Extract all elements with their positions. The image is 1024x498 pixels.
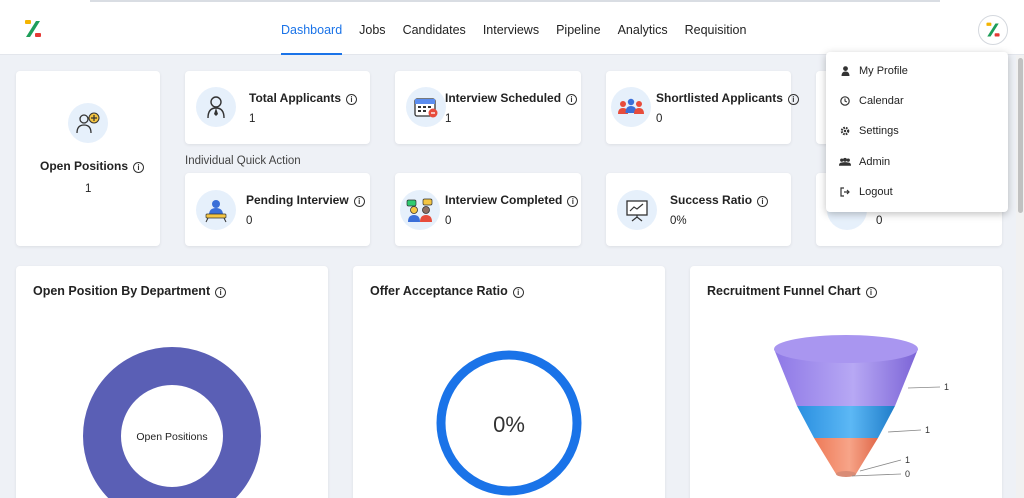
total-applicants-value: 1 bbox=[249, 113, 256, 125]
pending-interview-value: 0 bbox=[246, 215, 253, 227]
department-donut-chart: Open Positions bbox=[83, 347, 261, 498]
funnel-value-label: 1 bbox=[944, 382, 949, 392]
success-ratio-card[interactable]: Success Ratio i 0% bbox=[606, 173, 791, 246]
gear-icon bbox=[839, 125, 851, 137]
nav-interviews[interactable]: Interviews bbox=[483, 0, 539, 55]
scrollbar-thumb[interactable] bbox=[1018, 58, 1023, 213]
user-avatar[interactable] bbox=[978, 15, 1008, 45]
interview-completed-value: 0 bbox=[445, 215, 452, 227]
offer-ratio-value: 0% bbox=[493, 412, 525, 437]
total-applicants-label-text: Total Applicants bbox=[249, 91, 342, 105]
nav-pipeline[interactable]: Pipeline bbox=[556, 0, 600, 55]
calendar-icon bbox=[406, 87, 446, 127]
interview-icon bbox=[400, 190, 440, 230]
funnel-connector bbox=[859, 459, 902, 472]
offer-ratio-gauge: 0% bbox=[436, 350, 582, 496]
user-icon bbox=[839, 65, 851, 77]
shortlisted-applicants-card[interactable]: Shortlisted Applicants i 0 bbox=[606, 71, 799, 144]
logout-icon bbox=[839, 186, 851, 198]
info-icon[interactable]: i bbox=[353, 196, 365, 207]
shortlisted-applicants-value: 0 bbox=[656, 113, 663, 125]
interview-scheduled-label-text: Interview Scheduled bbox=[445, 91, 562, 105]
main-nav: Dashboard Jobs Candidates Interviews Pip… bbox=[281, 0, 763, 55]
menu-item-admin[interactable]: Admin bbox=[839, 152, 890, 172]
nav-requisition[interactable]: Requisition bbox=[685, 0, 747, 55]
nav-dashboard[interactable]: Dashboard bbox=[281, 0, 343, 55]
interview-scheduled-card[interactable]: Interview Scheduled i 1 bbox=[395, 71, 581, 144]
partial-stat-value: 0 bbox=[876, 215, 883, 227]
shortlisted-applicants-label: Shortlisted Applicants i bbox=[656, 91, 799, 105]
info-icon[interactable]: i bbox=[346, 94, 358, 105]
total-applicants-card[interactable]: Total Applicants i 1 bbox=[185, 71, 370, 144]
interview-scheduled-value: 1 bbox=[445, 113, 452, 125]
funnel-chart-card: Recruitment Funnel Chart i 1110 bbox=[690, 266, 1002, 498]
offer-acceptance-card: Offer Acceptance Ratio i 0% bbox=[353, 266, 665, 498]
interview-completed-label-text: Interview Completed bbox=[445, 193, 563, 207]
pending-interview-label-text: Pending Interview bbox=[246, 193, 349, 207]
info-icon[interactable]: i bbox=[757, 196, 769, 207]
user-dropdown-menu: My Profile Calendar Settings Admin Logou… bbox=[826, 52, 1008, 212]
meeting-icon bbox=[196, 190, 236, 230]
open-positions-card[interactable]: Open Positions i 1 bbox=[16, 71, 160, 246]
interview-completed-label: Interview Completed i bbox=[445, 193, 579, 207]
success-ratio-value: 0% bbox=[670, 215, 687, 227]
funnel-value-label: 1 bbox=[925, 425, 930, 435]
open-positions-label: Open Positions i bbox=[40, 159, 145, 173]
top-navbar: Dashboard Jobs Candidates Interviews Pip… bbox=[0, 0, 1024, 55]
nav-jobs[interactable]: Jobs bbox=[359, 0, 385, 55]
department-chart-card: Open Position By Department i Open Positi… bbox=[16, 266, 328, 498]
menu-item-calendar[interactable]: Calendar bbox=[839, 91, 904, 111]
funnel-connector bbox=[851, 473, 902, 477]
app-logo[interactable] bbox=[22, 18, 44, 40]
funnel-connector bbox=[907, 386, 941, 389]
funnel-connector bbox=[887, 429, 922, 433]
open-positions-icon bbox=[68, 103, 108, 143]
nav-analytics[interactable]: Analytics bbox=[618, 0, 668, 55]
quick-action-label: Individual Quick Action bbox=[185, 155, 301, 167]
success-ratio-label-text: Success Ratio bbox=[670, 193, 753, 207]
funnel-chart: 1 1 1 0 bbox=[774, 335, 949, 479]
info-icon[interactable]: i bbox=[567, 196, 579, 207]
menu-item-logout[interactable]: Logout bbox=[839, 182, 893, 202]
funnel-top-ellipse bbox=[774, 335, 918, 363]
interview-scheduled-label: Interview Scheduled i bbox=[445, 91, 578, 105]
info-icon[interactable]: i bbox=[566, 94, 578, 105]
total-applicants-label: Total Applicants i bbox=[249, 91, 358, 105]
donut-center-label: Open Positions bbox=[136, 431, 207, 443]
nav-candidates[interactable]: Candidates bbox=[403, 0, 466, 55]
menu-item-label: My Profile bbox=[859, 65, 908, 77]
menu-item-label: Logout bbox=[859, 186, 893, 198]
presentation-icon bbox=[617, 190, 657, 230]
shortlisted-applicants-label-text: Shortlisted Applicants bbox=[656, 91, 783, 105]
interview-completed-card[interactable]: Interview Completed i 0 bbox=[395, 173, 581, 246]
menu-item-settings[interactable]: Settings bbox=[839, 121, 899, 141]
menu-item-label: Settings bbox=[859, 125, 899, 137]
open-positions-value: 1 bbox=[85, 183, 92, 195]
success-ratio-label: Success Ratio i bbox=[670, 193, 769, 207]
pending-interview-card[interactable]: Pending Interview i 0 bbox=[185, 173, 370, 246]
funnel-value-label: 1 bbox=[905, 455, 910, 465]
funnel-value-label: 0 bbox=[905, 469, 910, 479]
menu-item-my-profile[interactable]: My Profile bbox=[839, 61, 908, 81]
funnel-segment[interactable] bbox=[797, 406, 895, 438]
applicant-icon bbox=[196, 87, 236, 127]
info-icon[interactable]: i bbox=[787, 94, 799, 105]
users-icon bbox=[839, 156, 851, 168]
pending-interview-label: Pending Interview i bbox=[246, 193, 365, 207]
shortlist-icon bbox=[611, 87, 651, 127]
menu-item-label: Calendar bbox=[859, 95, 904, 107]
menu-item-label: Admin bbox=[859, 156, 891, 168]
clock-icon bbox=[839, 95, 851, 107]
info-icon[interactable]: i bbox=[133, 162, 145, 173]
open-positions-label-text: Open Positions bbox=[40, 159, 129, 173]
